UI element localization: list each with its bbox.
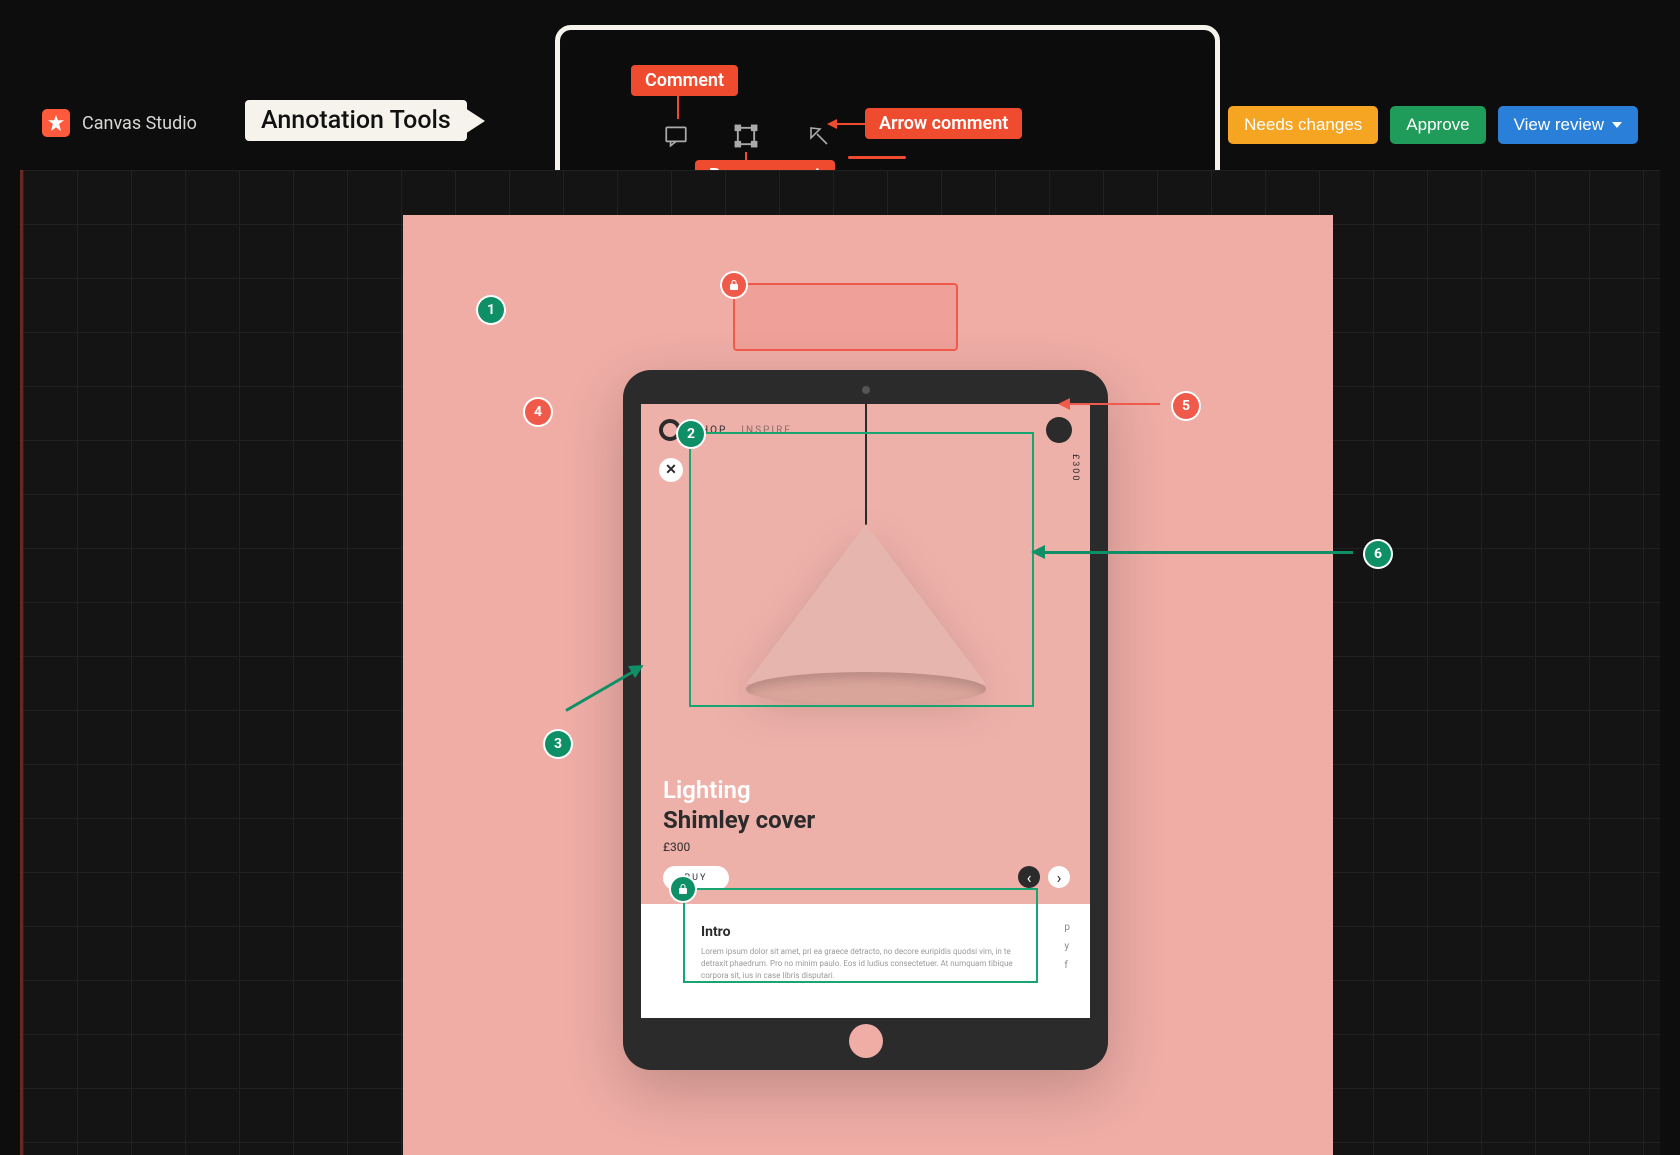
approve-button[interactable]: Approve: [1390, 106, 1485, 144]
canvas-grid[interactable]: SHOP INSPIRE ✕ £300 Lighting Shimley cov…: [20, 170, 1660, 1155]
annotation-pin-2[interactable]: 2: [678, 421, 704, 447]
brand-icon: [42, 109, 70, 137]
needs-changes-button[interactable]: Needs changes: [1228, 106, 1378, 144]
cart-icon: [1046, 417, 1072, 443]
brand[interactable]: Canvas Studio: [42, 109, 197, 137]
close-icon: ✕: [659, 458, 683, 482]
active-tool-indicator: [848, 156, 906, 159]
annotation-pin-6[interactable]: 6: [1365, 541, 1391, 567]
annotation-pin-3[interactable]: 3: [545, 731, 571, 757]
carousel-nav: ‹ ›: [1018, 866, 1070, 888]
box-comment-tool-icon[interactable]: [730, 120, 762, 152]
facebook-icon: f: [1064, 960, 1070, 971]
annotation-pin-1[interactable]: 1: [478, 297, 504, 323]
annotation-box-green-intro[interactable]: [683, 888, 1038, 983]
annotation-box-red[interactable]: [733, 283, 958, 351]
comment-tool-icon[interactable]: [660, 120, 692, 152]
review-actions: Needs changes Approve View review: [1228, 106, 1638, 144]
annotation-pin-5[interactable]: 5: [1173, 393, 1199, 419]
prev-icon: ‹: [1018, 866, 1040, 888]
twitter-icon: y: [1064, 941, 1070, 952]
view-review-label: View review: [1514, 115, 1604, 135]
next-icon: ›: [1048, 866, 1070, 888]
callout-line: [835, 123, 865, 125]
artboard[interactable]: SHOP INSPIRE ✕ £300 Lighting Shimley cov…: [403, 215, 1333, 1155]
pinterest-icon: p: [1064, 922, 1070, 933]
price-vertical: £300: [1070, 454, 1080, 482]
annotation-tools-label: Annotation Tools: [245, 100, 467, 141]
callout-line: [677, 93, 679, 119]
product-name: Shimley cover: [663, 806, 815, 834]
annotation-arrow-red[interactable]: [1068, 403, 1160, 405]
tool-comment-label: Comment: [631, 65, 738, 96]
view-review-button[interactable]: View review: [1498, 106, 1638, 144]
lock-icon[interactable]: [671, 877, 695, 901]
brand-name: Canvas Studio: [82, 113, 197, 134]
product-category: Lighting: [663, 776, 751, 804]
chevron-down-icon: [1612, 122, 1622, 128]
annotation-arrow-green-6[interactable]: [1043, 551, 1353, 554]
annotation-box-green-lamp[interactable]: [689, 432, 1034, 707]
lock-icon[interactable]: [722, 273, 746, 297]
product-price: £300: [663, 840, 690, 854]
tool-arrow-label: Arrow comment: [865, 108, 1022, 139]
annotation-pin-4[interactable]: 4: [525, 399, 551, 425]
social-icons: p y f: [1064, 922, 1070, 971]
